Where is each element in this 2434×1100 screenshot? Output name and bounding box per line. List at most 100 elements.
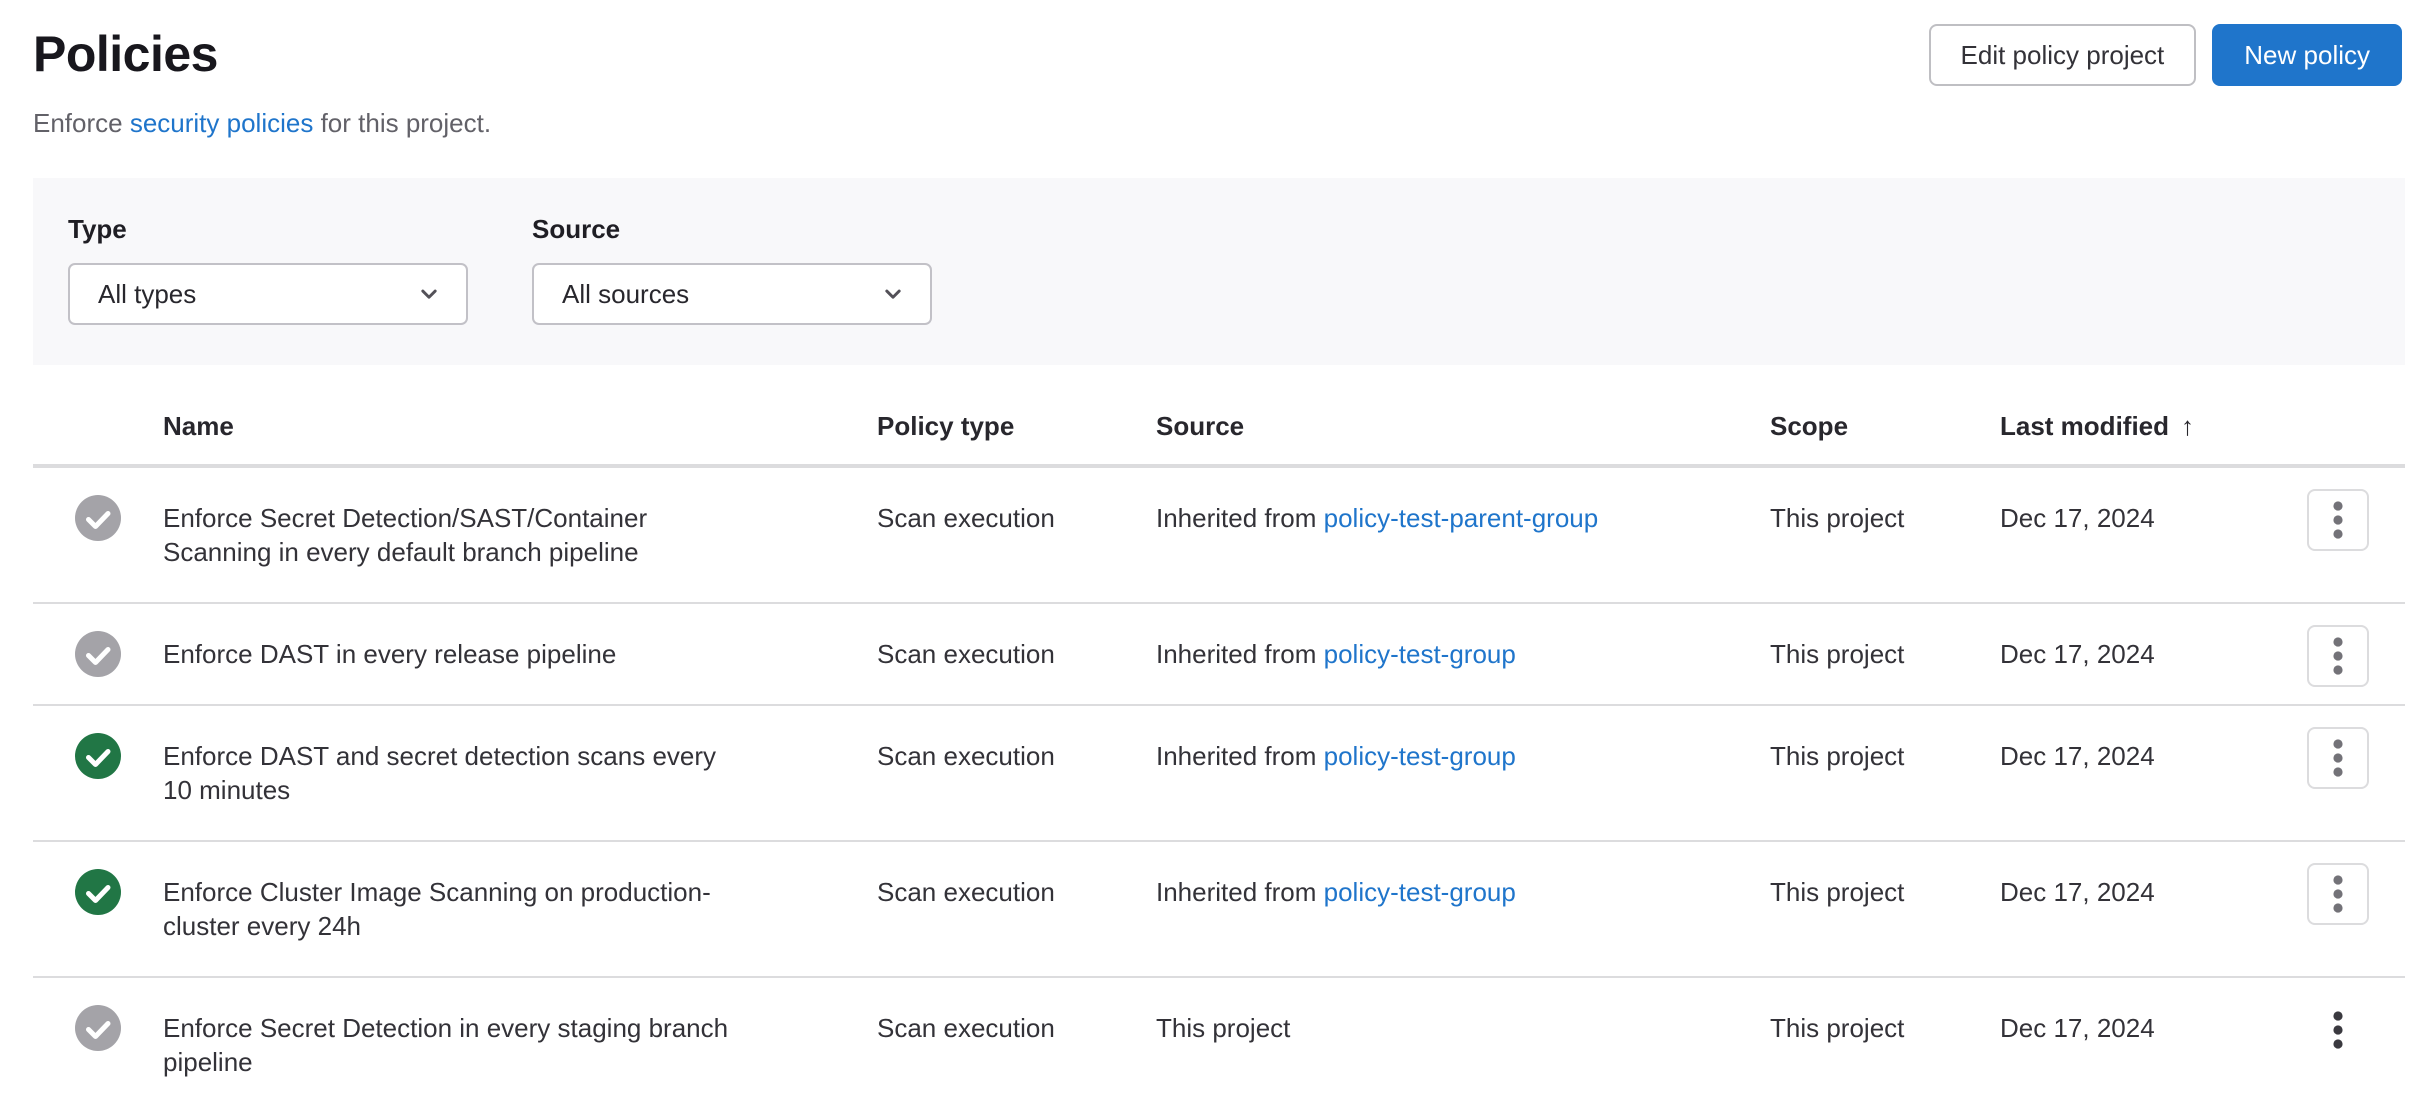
chevron-down-icon	[880, 281, 906, 307]
security-policies-link[interactable]: security policies	[130, 108, 314, 138]
actions-column-header	[2270, 395, 2405, 464]
policy-last-modified-cell: Dec 17, 2024	[2000, 842, 2270, 976]
source-filter-label: Source	[532, 214, 932, 245]
table-header-row: Name Policy type Source Scope Last modif…	[33, 395, 2405, 468]
policy-name-cell: Enforce DAST in every release pipeline	[163, 604, 877, 704]
policies-page: Policies Edit policy project New policy …	[0, 22, 2434, 1100]
policy-status-cell	[33, 604, 163, 704]
ellipsis-vertical-icon	[2332, 636, 2344, 676]
source-prefix: Inherited from	[1156, 741, 1324, 771]
status-check-icon	[75, 869, 121, 915]
policy-status-cell	[33, 842, 163, 976]
ellipsis-vertical-icon	[2332, 738, 2344, 778]
type-filter-label: Type	[68, 214, 468, 245]
policy-status-cell	[33, 978, 163, 1100]
last-modified-label: Last modified	[2000, 411, 2169, 441]
ellipsis-vertical-icon	[2332, 874, 2344, 914]
description-suffix: for this project.	[313, 108, 491, 138]
column-header-source[interactable]: Source	[1156, 395, 1770, 464]
sort-ascending-icon: ↑	[2181, 411, 2194, 441]
column-header-last-modified[interactable]: Last modified ↑	[2000, 395, 2270, 464]
policy-scope-cell: This project	[1770, 842, 2000, 976]
filter-bar: Type All types Source All sources	[33, 178, 2405, 365]
policy-source-cell: Inherited from policy-test-parent-group	[1156, 468, 1770, 602]
policy-type-cell: Scan execution	[877, 706, 1156, 840]
source-filter-group: Source All sources	[532, 214, 932, 325]
source-group-link[interactable]: policy-test-group	[1324, 877, 1516, 907]
policy-last-modified-cell: Dec 17, 2024	[2000, 604, 2270, 704]
status-check-icon	[75, 1005, 121, 1051]
policy-name-cell: Enforce Secret Detection in every stagin…	[163, 978, 877, 1100]
source-group-link[interactable]: policy-test-group	[1324, 741, 1516, 771]
source-prefix: Inherited from	[1156, 639, 1324, 669]
row-actions-button[interactable]	[2307, 625, 2369, 687]
table-body: Enforce Secret Detection/SAST/Container …	[33, 468, 2405, 1100]
source-filter-dropdown[interactable]: All sources	[532, 263, 932, 325]
policy-source-cell: Inherited from policy-test-group	[1156, 604, 1770, 704]
policy-row[interactable]: Enforce Secret Detection/SAST/Container …	[33, 468, 2405, 604]
policy-name: Enforce DAST in every release pipeline	[163, 637, 616, 671]
type-filter-dropdown[interactable]: All types	[68, 263, 468, 325]
page-title: Policies	[33, 22, 218, 86]
policy-status-cell	[33, 706, 163, 840]
policies-table: Name Policy type Source Scope Last modif…	[33, 395, 2405, 1100]
status-check-icon	[75, 733, 121, 779]
policy-last-modified-cell: Dec 17, 2024	[2000, 978, 2270, 1100]
status-column-header	[33, 395, 163, 464]
policy-name-cell: Enforce DAST and secret detection scans …	[163, 706, 877, 840]
row-actions-button[interactable]	[2307, 727, 2369, 789]
policy-source-cell: This project	[1156, 978, 1770, 1100]
policy-scope-cell: This project	[1770, 706, 2000, 840]
ellipsis-vertical-icon	[2332, 500, 2344, 540]
policy-row[interactable]: Enforce DAST in every release pipeline S…	[33, 604, 2405, 706]
policy-name: Enforce Cluster Image Scanning on produc…	[163, 875, 738, 943]
policy-type-cell: Scan execution	[877, 468, 1156, 602]
source-group-link[interactable]: policy-test-parent-group	[1324, 503, 1599, 533]
policy-name: Enforce Secret Detection/SAST/Container …	[163, 501, 738, 569]
policy-type-cell: Scan execution	[877, 842, 1156, 976]
source-filter-value: All sources	[562, 279, 689, 310]
policy-row[interactable]: Enforce Secret Detection in every stagin…	[33, 978, 2405, 1100]
policy-scope-cell: This project	[1770, 604, 2000, 704]
edit-policy-project-button[interactable]: Edit policy project	[1929, 24, 2197, 86]
policy-source-cell: Inherited from policy-test-group	[1156, 706, 1770, 840]
status-check-icon	[75, 495, 121, 541]
page-header: Policies Edit policy project New policy	[33, 22, 2402, 86]
policy-name-cell: Enforce Secret Detection/SAST/Container …	[163, 468, 877, 602]
policy-actions-cell	[2270, 842, 2405, 976]
column-header-scope[interactable]: Scope	[1770, 395, 2000, 464]
row-actions-button[interactable]	[2307, 863, 2369, 925]
row-actions-button[interactable]	[2307, 999, 2369, 1061]
policy-row[interactable]: Enforce Cluster Image Scanning on produc…	[33, 842, 2405, 978]
ellipsis-vertical-icon	[2332, 1010, 2344, 1050]
policy-status-cell	[33, 468, 163, 602]
column-header-policy-type[interactable]: Policy type	[877, 395, 1156, 464]
policy-last-modified-cell: Dec 17, 2024	[2000, 468, 2270, 602]
policy-scope-cell: This project	[1770, 978, 2000, 1100]
page-description: Enforce security policies for this proje…	[33, 106, 2401, 140]
row-actions-button[interactable]	[2307, 489, 2369, 551]
policy-actions-cell	[2270, 604, 2405, 704]
new-policy-button[interactable]: New policy	[2212, 24, 2402, 86]
status-check-icon	[75, 631, 121, 677]
policy-actions-cell	[2270, 978, 2405, 1100]
description-prefix: Enforce	[33, 108, 130, 138]
policy-row[interactable]: Enforce DAST and secret detection scans …	[33, 706, 2405, 842]
policy-name: Enforce DAST and secret detection scans …	[163, 739, 738, 807]
policy-scope-cell: This project	[1770, 468, 2000, 602]
policy-name: Enforce Secret Detection in every stagin…	[163, 1011, 738, 1079]
policy-actions-cell	[2270, 706, 2405, 840]
policy-name-cell: Enforce Cluster Image Scanning on produc…	[163, 842, 877, 976]
source-text: This project	[1156, 1013, 1290, 1043]
policy-type-cell: Scan execution	[877, 978, 1156, 1100]
source-prefix: Inherited from	[1156, 503, 1324, 533]
source-group-link[interactable]: policy-test-group	[1324, 639, 1516, 669]
policy-type-cell: Scan execution	[877, 604, 1156, 704]
header-actions: Edit policy project New policy	[1929, 24, 2402, 86]
column-header-name[interactable]: Name	[163, 395, 877, 464]
type-filter-value: All types	[98, 279, 196, 310]
source-prefix: Inherited from	[1156, 877, 1324, 907]
policy-last-modified-cell: Dec 17, 2024	[2000, 706, 2270, 840]
chevron-down-icon	[416, 281, 442, 307]
type-filter-group: Type All types	[68, 214, 468, 325]
